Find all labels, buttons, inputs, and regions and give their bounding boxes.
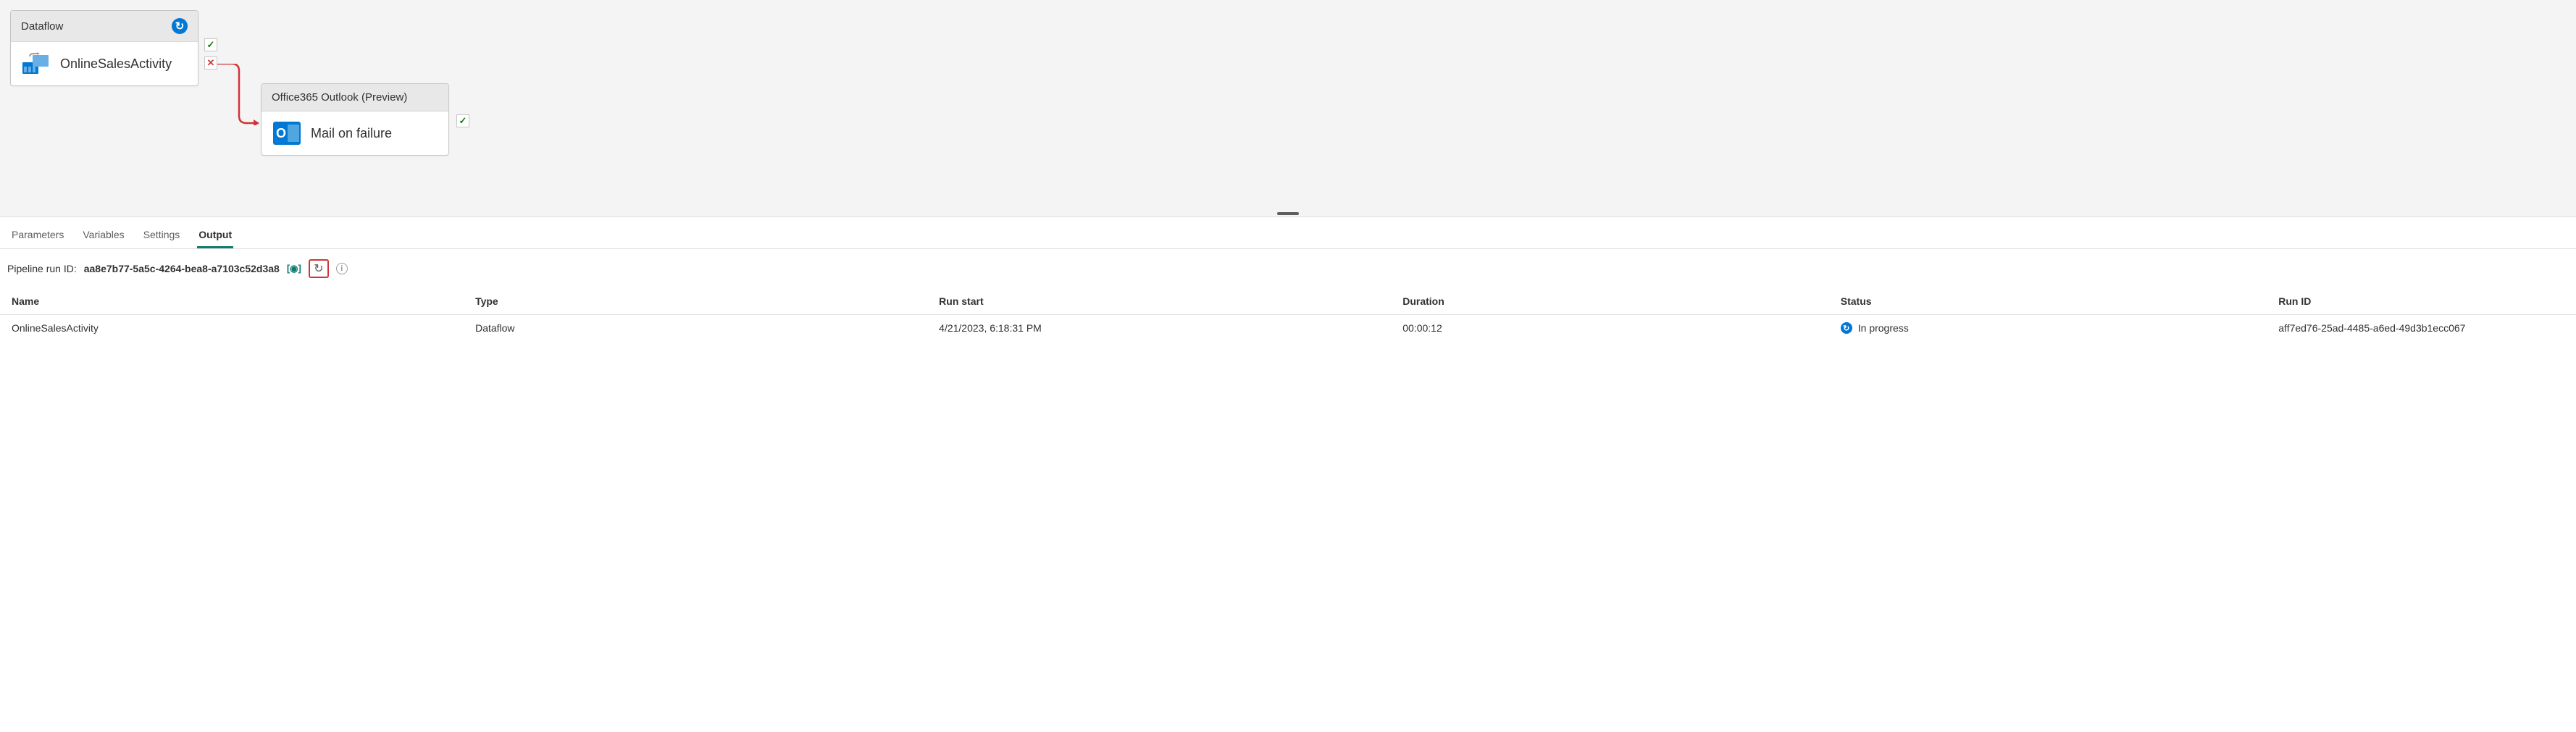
activity-dataflow[interactable]: Dataflow OnlineSalesActivity	[10, 10, 198, 86]
failure-port-icon[interactable]: ✕	[204, 56, 217, 70]
cell-status: In progress	[1829, 315, 2267, 342]
cell-type: Dataflow	[464, 315, 927, 342]
dataflow-icon	[22, 52, 50, 75]
success-port-icon[interactable]: ✓	[204, 38, 217, 51]
glasses-icon[interactable]: [◉]	[287, 263, 301, 274]
activity-header: Dataflow	[11, 11, 198, 42]
panel-resize-handle[interactable]	[1277, 212, 1299, 215]
activity-body: Mail on failure	[262, 112, 448, 155]
activity-name: Mail on failure	[311, 126, 392, 141]
header-run-id[interactable]: Run ID	[2267, 288, 2576, 315]
info-icon[interactable]: i	[336, 263, 348, 274]
tab-output[interactable]: Output	[197, 226, 233, 248]
header-status[interactable]: Status	[1829, 288, 2267, 315]
header-duration[interactable]: Duration	[1391, 288, 1829, 315]
header-type[interactable]: Type	[464, 288, 927, 315]
pipeline-canvas[interactable]: Dataflow OnlineSalesActivity ✓ ✕ Office3…	[0, 0, 2576, 217]
cell-duration: 00:00:12	[1391, 315, 1829, 342]
cell-name: OnlineSalesActivity	[0, 315, 464, 342]
cell-run-start: 4/21/2023, 6:18:31 PM	[927, 315, 1391, 342]
header-name[interactable]: Name	[0, 288, 464, 315]
output-tabs: Parameters Variables Settings Output	[0, 217, 2576, 249]
activity-header: Office365 Outlook (Preview)	[262, 84, 448, 112]
in-progress-icon	[172, 18, 188, 34]
activity-name: OnlineSalesActivity	[60, 56, 172, 72]
output-table: Name Type Run start Duration Status Run …	[0, 288, 2576, 341]
tab-variables[interactable]: Variables	[81, 226, 125, 248]
pipeline-run-info: Pipeline run ID: aa8e7b77-5a5c-4264-bea8…	[0, 249, 2576, 288]
status-label: In progress	[1858, 322, 1909, 334]
activity-type-label: Office365 Outlook (Preview)	[272, 91, 407, 104]
in-progress-icon	[1841, 322, 1852, 334]
refresh-button[interactable]: ↻	[309, 259, 329, 278]
outlook-icon	[273, 122, 301, 145]
activity-type-label: Dataflow	[21, 20, 63, 33]
run-id-value: aa8e7b77-5a5c-4264-bea8-a7103c52d3a8	[84, 263, 280, 274]
tab-settings[interactable]: Settings	[142, 226, 182, 248]
table-row[interactable]: OnlineSalesActivity Dataflow 4/21/2023, …	[0, 315, 2576, 342]
failure-connector	[217, 64, 259, 125]
activity-body: OnlineSalesActivity	[11, 42, 198, 85]
table-header-row: Name Type Run start Duration Status Run …	[0, 288, 2576, 315]
run-id-label: Pipeline run ID:	[7, 263, 77, 274]
success-port-icon[interactable]: ✓	[456, 114, 469, 127]
cell-run-id: aff7ed76-25ad-4485-a6ed-49d3b1ecc067	[2267, 315, 2576, 342]
header-run-start[interactable]: Run start	[927, 288, 1391, 315]
activity-outlook[interactable]: Office365 Outlook (Preview) Mail on fail…	[261, 83, 449, 156]
tab-parameters[interactable]: Parameters	[10, 226, 65, 248]
